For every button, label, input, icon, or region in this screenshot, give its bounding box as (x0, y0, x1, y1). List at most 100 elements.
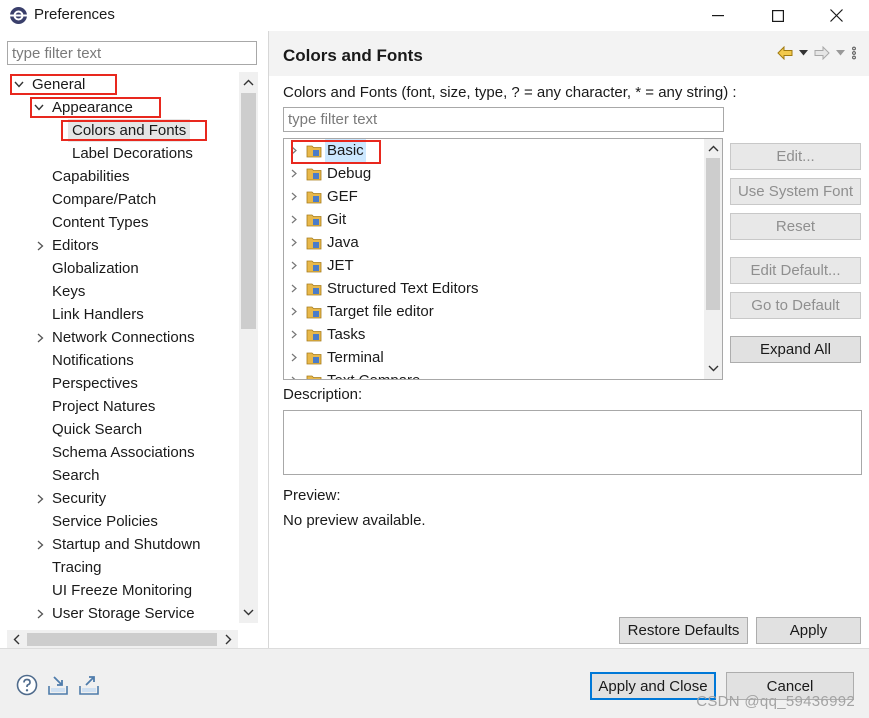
tree-item-content-types[interactable]: Content Types (0, 211, 238, 234)
restore-defaults-button[interactable]: Restore Defaults (619, 617, 748, 644)
colors-and-fonts-tree: Basic Debug GEF Git Java JET Structured … (283, 138, 723, 380)
tree-item-label: Security (52, 490, 107, 507)
nav-vertical-scrollbar[interactable] (239, 72, 258, 623)
tree-item-git[interactable]: Git (284, 208, 704, 231)
apply-button[interactable]: Apply (756, 617, 861, 644)
colors-tree-scrollbar[interactable] (704, 139, 722, 379)
scrollbar-thumb[interactable] (706, 158, 720, 310)
tree-item-general[interactable]: General (0, 73, 238, 96)
tree-item-keys[interactable]: Keys (0, 280, 238, 303)
tree-item-tracing[interactable]: Tracing (0, 556, 238, 579)
tree-item-jet[interactable]: JET (284, 254, 704, 277)
chevron-right-icon[interactable] (33, 533, 47, 556)
chevron-right-icon[interactable] (288, 277, 300, 300)
tree-item-project-natures[interactable]: Project Natures (0, 395, 238, 418)
expand-all-button[interactable]: Expand All (730, 336, 861, 363)
tree-item-label: Basic (325, 139, 366, 162)
tree-item-label: Project Natures (52, 398, 156, 415)
back-arrow-icon[interactable] (777, 46, 793, 60)
chevron-right-icon[interactable] (33, 602, 47, 623)
tree-item-appearance[interactable]: Appearance (0, 96, 238, 119)
tree-item-terminal[interactable]: Terminal (284, 346, 704, 369)
chevron-right-icon[interactable] (288, 162, 300, 185)
tree-item-label: Git (327, 211, 347, 228)
folder-icon (306, 329, 322, 342)
tree-item-label: Capabilities (52, 168, 130, 185)
chevron-right-icon[interactable] (288, 323, 300, 346)
forward-arrow-icon[interactable] (814, 46, 830, 60)
tree-item-gef[interactable]: GEF (284, 185, 704, 208)
scroll-down-icon[interactable] (705, 359, 722, 378)
nav-filter-input[interactable] (7, 41, 257, 65)
colors-filter-input[interactable] (283, 107, 724, 132)
tree-item-editors[interactable]: Editors (0, 234, 238, 257)
tree-item-label: Tracing (52, 559, 102, 576)
chevron-right-icon[interactable] (288, 208, 300, 231)
tree-item-notifications[interactable]: Notifications (0, 349, 238, 372)
reset-button[interactable]: Reset (730, 213, 861, 240)
chevron-right-icon[interactable] (288, 346, 300, 369)
scroll-up-icon[interactable] (705, 139, 722, 158)
edit-default-button[interactable]: Edit Default... (730, 257, 861, 284)
tree-item-globalization[interactable]: Globalization (0, 257, 238, 280)
tree-item-colors-and-fonts[interactable]: Colors and Fonts (0, 119, 238, 142)
minimize-button[interactable] (695, 0, 741, 31)
scroll-down-icon[interactable] (240, 603, 257, 622)
chevron-right-icon[interactable] (288, 185, 300, 208)
tree-item-search[interactable]: Search (0, 464, 238, 487)
tree-item-network-connections[interactable]: Network Connections (0, 326, 238, 349)
tree-item-ui-freeze-monitoring[interactable]: UI Freeze Monitoring (0, 579, 238, 602)
tree-item-quick-search[interactable]: Quick Search (0, 418, 238, 441)
tree-item-text-compare[interactable]: Text Compare (284, 369, 704, 379)
tree-item-basic[interactable]: Basic (284, 139, 704, 162)
chevron-down-icon[interactable] (32, 96, 46, 119)
chevron-right-icon[interactable] (33, 326, 47, 349)
edit-button[interactable]: Edit... (730, 143, 861, 170)
view-menu-icon[interactable] (851, 46, 857, 60)
chevron-right-icon[interactable] (288, 254, 300, 277)
folder-icon (306, 168, 322, 181)
tree-item-label: Startup and Shutdown (52, 536, 201, 553)
chevron-right-icon[interactable] (288, 369, 300, 379)
scrollbar-thumb[interactable] (27, 633, 217, 646)
tree-item-schema-associations[interactable]: Schema Associations (0, 441, 238, 464)
tree-item-startup-and-shutdown[interactable]: Startup and Shutdown (0, 533, 238, 556)
description-label: Description: (283, 386, 363, 403)
tree-item-java[interactable]: Java (284, 231, 704, 254)
tree-item-label-decorations[interactable]: Label Decorations (0, 142, 238, 165)
forward-dropdown-icon[interactable] (836, 50, 845, 56)
help-icon[interactable] (15, 673, 39, 697)
chevron-down-icon[interactable] (12, 73, 26, 96)
tree-item-label: Editors (52, 237, 99, 254)
tree-item-link-handlers[interactable]: Link Handlers (0, 303, 238, 326)
tree-item-service-policies[interactable]: Service Policies (0, 510, 238, 533)
tree-item-structured-text-editors[interactable]: Structured Text Editors (284, 277, 704, 300)
use-system-font-button[interactable]: Use System Font (730, 178, 861, 205)
tree-item-user-storage-service[interactable]: User Storage Service (0, 602, 238, 623)
tree-item-compare-patch[interactable]: Compare/Patch (0, 188, 238, 211)
import-icon[interactable] (46, 673, 70, 697)
tree-item-label: Quick Search (52, 421, 143, 438)
scrollbar-thumb[interactable] (241, 93, 256, 329)
maximize-button[interactable] (755, 0, 801, 31)
tree-item-security[interactable]: Security (0, 487, 238, 510)
nav-horizontal-scrollbar[interactable] (7, 630, 238, 649)
chevron-right-icon[interactable] (33, 234, 47, 257)
tree-item-capabilities[interactable]: Capabilities (0, 165, 238, 188)
scroll-up-icon[interactable] (240, 73, 257, 92)
chevron-right-icon[interactable] (288, 231, 300, 254)
chevron-right-icon[interactable] (288, 300, 300, 323)
tree-item-target-file-editor[interactable]: Target file editor (284, 300, 704, 323)
scroll-left-icon[interactable] (8, 630, 25, 649)
scroll-right-icon[interactable] (220, 630, 237, 649)
export-icon[interactable] (77, 673, 101, 697)
go-to-default-button[interactable]: Go to Default (730, 292, 861, 319)
tree-item-perspectives[interactable]: Perspectives (0, 372, 238, 395)
tree-item-debug[interactable]: Debug (284, 162, 704, 185)
close-button[interactable] (813, 0, 859, 31)
chevron-right-icon[interactable] (33, 487, 47, 510)
close-icon (829, 9, 843, 22)
chevron-right-icon[interactable] (288, 139, 300, 162)
back-dropdown-icon[interactable] (799, 50, 808, 56)
tree-item-tasks[interactable]: Tasks (284, 323, 704, 346)
